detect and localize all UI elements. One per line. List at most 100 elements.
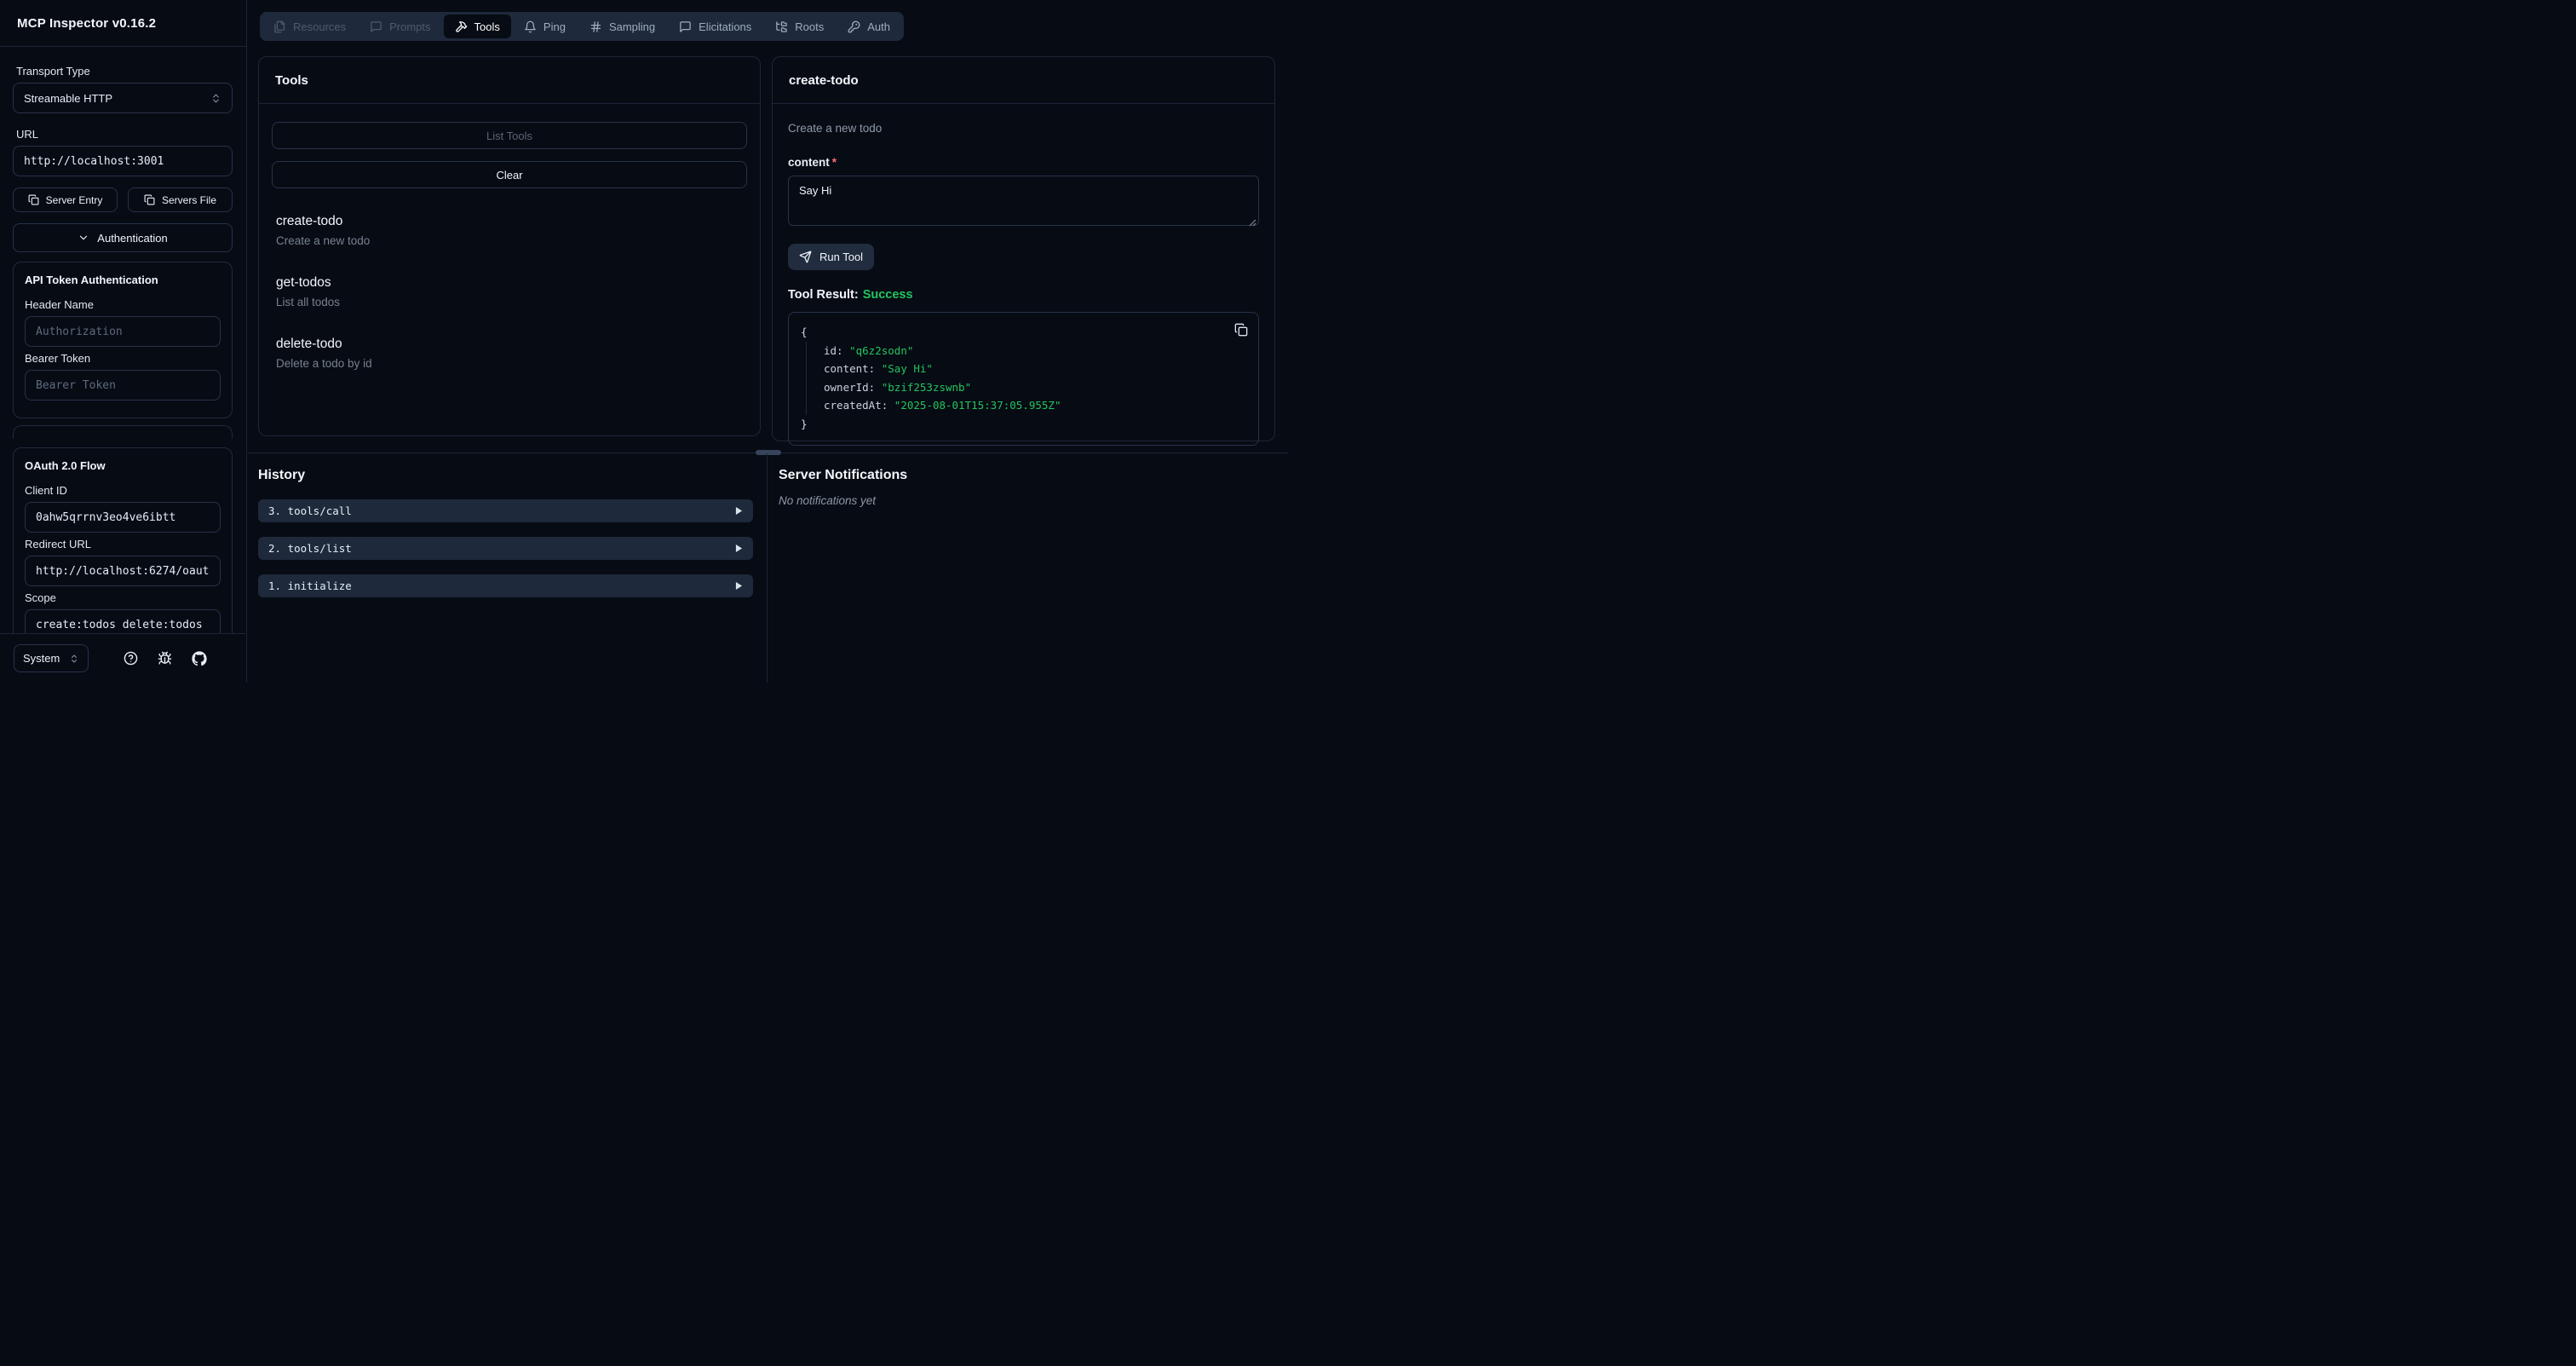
send-icon	[799, 251, 812, 263]
copy-icon	[144, 194, 155, 205]
transport-type-label: Transport Type	[16, 65, 233, 78]
theme-value: System	[23, 652, 69, 665]
help-icon[interactable]	[124, 651, 138, 666]
chevrons-up-down-icon	[69, 654, 79, 664]
hammer-icon	[455, 20, 468, 33]
transport-type-value: Streamable HTTP	[24, 92, 210, 105]
header-name-label: Header Name	[25, 298, 221, 311]
client-id-input[interactable]	[25, 502, 221, 533]
chevron-down-icon	[78, 232, 89, 244]
transport-type-select[interactable]: Streamable HTTP	[13, 83, 233, 113]
run-tool-button[interactable]: Run Tool	[788, 244, 874, 270]
tools-panel: Tools List Tools Clear create-todo Creat…	[258, 56, 761, 436]
hash-icon	[589, 20, 602, 33]
history-item[interactable]: 1. initialize	[258, 574, 753, 597]
tab-bar: Resources Prompts Tools Ping Sampling El…	[260, 12, 904, 41]
history-panel: History 3. tools/call 2. tools/list 1. i…	[248, 453, 768, 683]
server-notifications-panel: Server Notifications No notifications ye…	[768, 453, 1288, 683]
oauth-title: OAuth 2.0 Flow	[25, 459, 221, 472]
tab-prompts[interactable]: Prompts	[359, 14, 441, 38]
json-field-content: content: "Say Hi"	[824, 360, 1246, 378]
chevrons-up-down-icon	[210, 93, 221, 104]
sidebar-footer: System	[0, 633, 245, 683]
redirect-url-input[interactable]	[25, 556, 221, 586]
tool-detail-header: create-todo	[773, 57, 1274, 104]
history-title: History	[258, 468, 767, 483]
oauth-card: OAuth 2.0 Flow Client ID Redirect URL Sc…	[13, 447, 233, 633]
list-tools-button[interactable]: List Tools	[272, 122, 747, 149]
main-area: Resources Prompts Tools Ping Sampling El…	[248, 0, 1288, 683]
files-icon	[273, 20, 286, 33]
tab-elicitations[interactable]: Elicitations	[668, 14, 762, 38]
servers-file-label: Servers File	[162, 194, 216, 206]
tab-roots[interactable]: Roots	[764, 14, 835, 38]
bearer-token-label: Bearer Token	[25, 352, 221, 365]
history-item[interactable]: 2. tools/list	[258, 537, 753, 560]
tab-sampling[interactable]: Sampling	[578, 14, 666, 38]
sidebar: MCP Inspector v0.16.2 Transport Type Str…	[0, 0, 247, 683]
authentication-toggle[interactable]: Authentication	[13, 223, 233, 252]
collapsed-card-edge	[13, 425, 233, 439]
server-entry-label: Server Entry	[46, 194, 103, 206]
no-notifications-message: No notifications yet	[779, 494, 1288, 507]
param-label: content*	[788, 156, 1259, 169]
tool-result-line: Tool Result:Success	[788, 288, 1259, 302]
api-token-card: API Token Authentication Header Name Bea…	[13, 262, 233, 418]
clear-button[interactable]: Clear	[272, 161, 747, 188]
authentication-label: Authentication	[97, 232, 167, 245]
app-title-bar: MCP Inspector v0.16.2	[0, 0, 246, 47]
expand-triangle-icon	[735, 581, 743, 591]
tools-panel-title: Tools	[275, 73, 308, 88]
message-square-icon	[679, 20, 692, 33]
content-textarea[interactable]: Say Hi	[788, 176, 1259, 226]
tool-item-get-todos[interactable]: get-todos List all todos	[276, 275, 743, 308]
tool-list: create-todo Create a new todo get-todos …	[276, 214, 743, 370]
theme-select[interactable]: System	[14, 644, 89, 672]
redirect-url-label: Redirect URL	[25, 538, 221, 550]
json-field-id: id: "q6z2sodn"	[824, 342, 1246, 360]
footer-icons	[89, 651, 232, 666]
key-icon	[848, 20, 860, 33]
servers-file-button[interactable]: Servers File	[128, 187, 233, 212]
copy-icon	[28, 194, 39, 205]
message-square-icon	[370, 20, 382, 33]
history-item[interactable]: 3. tools/call	[258, 499, 753, 522]
tools-panel-header: Tools	[259, 57, 760, 104]
scope-label: Scope	[25, 591, 221, 604]
sidebar-content: Transport Type Streamable HTTP URL Serve…	[0, 47, 245, 633]
json-field-createdat: createdAt: "2025-08-01T15:37:05.955Z"	[824, 396, 1246, 415]
result-status: Success	[863, 288, 913, 302]
url-label: URL	[16, 128, 233, 141]
bearer-token-input[interactable]	[25, 370, 221, 401]
tool-item-create-todo[interactable]: create-todo Create a new todo	[276, 214, 743, 247]
copy-icon[interactable]	[1234, 323, 1248, 337]
github-icon[interactable]	[192, 651, 207, 666]
tab-tools[interactable]: Tools	[444, 14, 511, 38]
folder-tree-icon	[775, 20, 788, 33]
required-marker: *	[832, 156, 837, 169]
server-entry-button[interactable]: Server Entry	[13, 187, 118, 212]
tab-ping[interactable]: Ping	[513, 14, 577, 38]
tool-detail-title: create-todo	[789, 73, 859, 88]
history-list: 3. tools/call 2. tools/list 1. initializ…	[258, 499, 753, 597]
server-notifications-title: Server Notifications	[779, 468, 1288, 483]
tab-resources[interactable]: Resources	[262, 14, 357, 38]
scope-input[interactable]	[25, 609, 221, 633]
app-title: MCP Inspector v0.16.2	[17, 16, 156, 31]
tool-detail-panel: create-todo Create a new todo content* S…	[772, 56, 1275, 441]
tool-description: Create a new todo	[788, 122, 1259, 135]
json-field-ownerid: ownerId: "bzif253zswnb"	[824, 378, 1246, 397]
json-close-brace: }	[801, 415, 1246, 434]
tool-result-json: { id: "q6z2sodn" content: "Say Hi" owner…	[788, 312, 1259, 446]
url-input[interactable]	[13, 146, 233, 176]
expand-triangle-icon	[735, 544, 743, 553]
api-token-title: API Token Authentication	[25, 274, 221, 286]
json-open-brace: {	[801, 323, 1246, 342]
expand-triangle-icon	[735, 506, 743, 516]
header-name-input[interactable]	[25, 316, 221, 347]
tab-auth[interactable]: Auth	[837, 14, 901, 38]
bell-icon	[524, 20, 537, 33]
bug-icon[interactable]	[158, 651, 172, 666]
client-id-label: Client ID	[25, 484, 221, 497]
tool-item-delete-todo[interactable]: delete-todo Delete a todo by id	[276, 337, 743, 370]
